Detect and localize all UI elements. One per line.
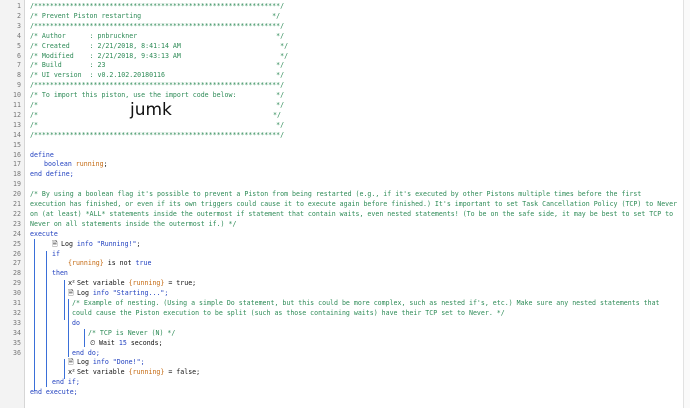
line-number: 27 <box>13 259 21 268</box>
log-icon: 🗎 <box>68 358 74 367</box>
line-number: 32 <box>13 308 21 317</box>
line-number: 25 <box>13 239 21 248</box>
line-number: 12 <box>13 110 21 119</box>
line-number: 24 <box>13 229 21 238</box>
line-number: 36 <box>13 348 21 357</box>
comment-border: /***************************************… <box>30 130 285 139</box>
comment-border: /***************************************… <box>30 2 285 10</box>
var-type: boolean <box>44 160 72 169</box>
line-number: 14 <box>13 130 21 139</box>
line-number: 21 <box>13 200 21 208</box>
comment-modified: /* Modified : 2/21/2018, 9:43:13 AM */ <box>30 51 289 60</box>
line-number: 23 <box>13 219 21 228</box>
line-number: 5 <box>17 41 21 50</box>
comment-blank: /* */ <box>30 101 285 109</box>
line-number: 9 <box>17 81 21 90</box>
line-number: 33 <box>13 318 21 327</box>
end-define: end define; <box>30 170 74 179</box>
line-number: 31 <box>13 299 21 307</box>
variable-declaration[interactable]: boolean running; <box>44 160 690 170</box>
comment-created: /* Created : 2/21/2018, 8:41:14 AM */ <box>30 41 289 50</box>
line-number: 11 <box>13 101 21 109</box>
nesting-comment-1: /* Example of nesting. (Using a simple D… <box>72 299 660 307</box>
log-icon: 🗎 <box>52 239 58 248</box>
end-do: end do; <box>72 348 100 357</box>
line-number: 35 <box>13 338 21 347</box>
note-comment-2: execution has finished, or even if its o… <box>30 200 678 208</box>
define-keyword[interactable]: define <box>30 151 690 161</box>
comment-author: /* Author : pnbruckner */ <box>30 31 285 40</box>
note-comment-4: Never on all statements inside the outer… <box>30 219 237 228</box>
set-variable-false[interactable]: x² Set variable {running} = false; <box>68 368 690 378</box>
line-number-gutter: 1 2 3 4 5 6 7 8 9 10 11 12 13 14 15 16 17 18 19 20 21 22 23 24 2… <box>0 0 25 408</box>
line-number: 8 <box>17 71 21 80</box>
set-variable-true[interactable]: x² Set variable {running} = true; <box>68 279 690 289</box>
line-number: 2 <box>17 11 21 20</box>
comment-blank: /* */ <box>30 120 285 129</box>
execute-keyword[interactable]: execute <box>30 230 690 240</box>
log-starting-statement[interactable]: 🗎 Log info "Starting..."; <box>68 289 690 299</box>
log-icon: 🗎 <box>68 289 74 298</box>
if-keyword[interactable]: if <box>52 250 690 260</box>
line-number: 6 <box>17 51 21 60</box>
vertical-scrollbar[interactable] <box>683 0 690 408</box>
log-running-statement[interactable]: 🗎 Log info "Running!"; <box>52 240 690 250</box>
clock-icon: ⏲ <box>90 338 96 347</box>
line-number: 16 <box>13 150 21 159</box>
comment-ui-version: /* UI version : v0.2.102.20180116 */ <box>30 71 285 80</box>
line-number: 18 <box>13 170 21 179</box>
import-code[interactable]: jumk <box>130 101 172 118</box>
comment-title: /* Prevent Piston restarting */ <box>30 11 281 20</box>
line-number: 3 <box>17 21 21 30</box>
comment-import-code-line: /* jumk */ <box>30 101 690 121</box>
if-condition[interactable]: {running} is not true <box>68 259 690 269</box>
line-number: 19 <box>13 180 21 189</box>
nesting-comment-2: could cause the Piston execution to be s… <box>72 308 505 317</box>
line-number: 15 <box>13 140 21 149</box>
comment-import-line: /* To import this piston, use the import… <box>30 91 285 100</box>
comment-import-pre: /* <box>30 110 114 119</box>
line-number: 28 <box>13 269 21 278</box>
line-number: 13 <box>13 120 21 129</box>
set-variable-icon: x² <box>68 279 75 288</box>
end-if: end if; <box>52 378 80 387</box>
line-number: 26 <box>13 249 21 258</box>
line-number: 10 <box>13 91 21 100</box>
line-number: 22 <box>13 209 21 218</box>
code-area[interactable]: /***************************************… <box>24 0 690 408</box>
then-keyword: then <box>52 269 68 278</box>
comment-build: /* Build : 23 */ <box>30 61 285 70</box>
note-comment-3: on (at least) *ALL* statements inside th… <box>30 209 674 218</box>
comment-import-end: */ <box>273 110 281 119</box>
var-name: running <box>75 160 104 169</box>
comment-border: /***************************************… <box>30 81 285 90</box>
line-number: 29 <box>13 279 21 288</box>
line-number: 1 <box>17 2 21 10</box>
do-keyword[interactable]: do <box>72 319 690 329</box>
comment-border: /***************************************… <box>30 21 285 30</box>
wait-statement[interactable]: ⏲ Wait 15 seconds; <box>90 339 690 349</box>
line-number: 4 <box>17 31 21 40</box>
line-number: 17 <box>13 160 21 169</box>
end-execute: end execute; <box>30 388 78 397</box>
tcp-comment: /* TCP is Never (N) */ <box>88 328 176 337</box>
line-number: 30 <box>13 289 21 298</box>
log-done-statement[interactable]: 🗎 Log info "Done!"; <box>68 358 690 368</box>
line-number: 20 <box>13 190 21 199</box>
line-number: 34 <box>13 328 21 337</box>
set-variable-icon: x² <box>68 368 75 377</box>
code-editor[interactable]: 1 2 3 4 5 6 7 8 9 10 11 12 13 14 15 16 17 18 19 20 21 22 23 24 2… <box>0 0 690 408</box>
note-comment-1: /* By using a boolean flag it's possible… <box>30 190 642 199</box>
line-number: 7 <box>17 61 21 70</box>
